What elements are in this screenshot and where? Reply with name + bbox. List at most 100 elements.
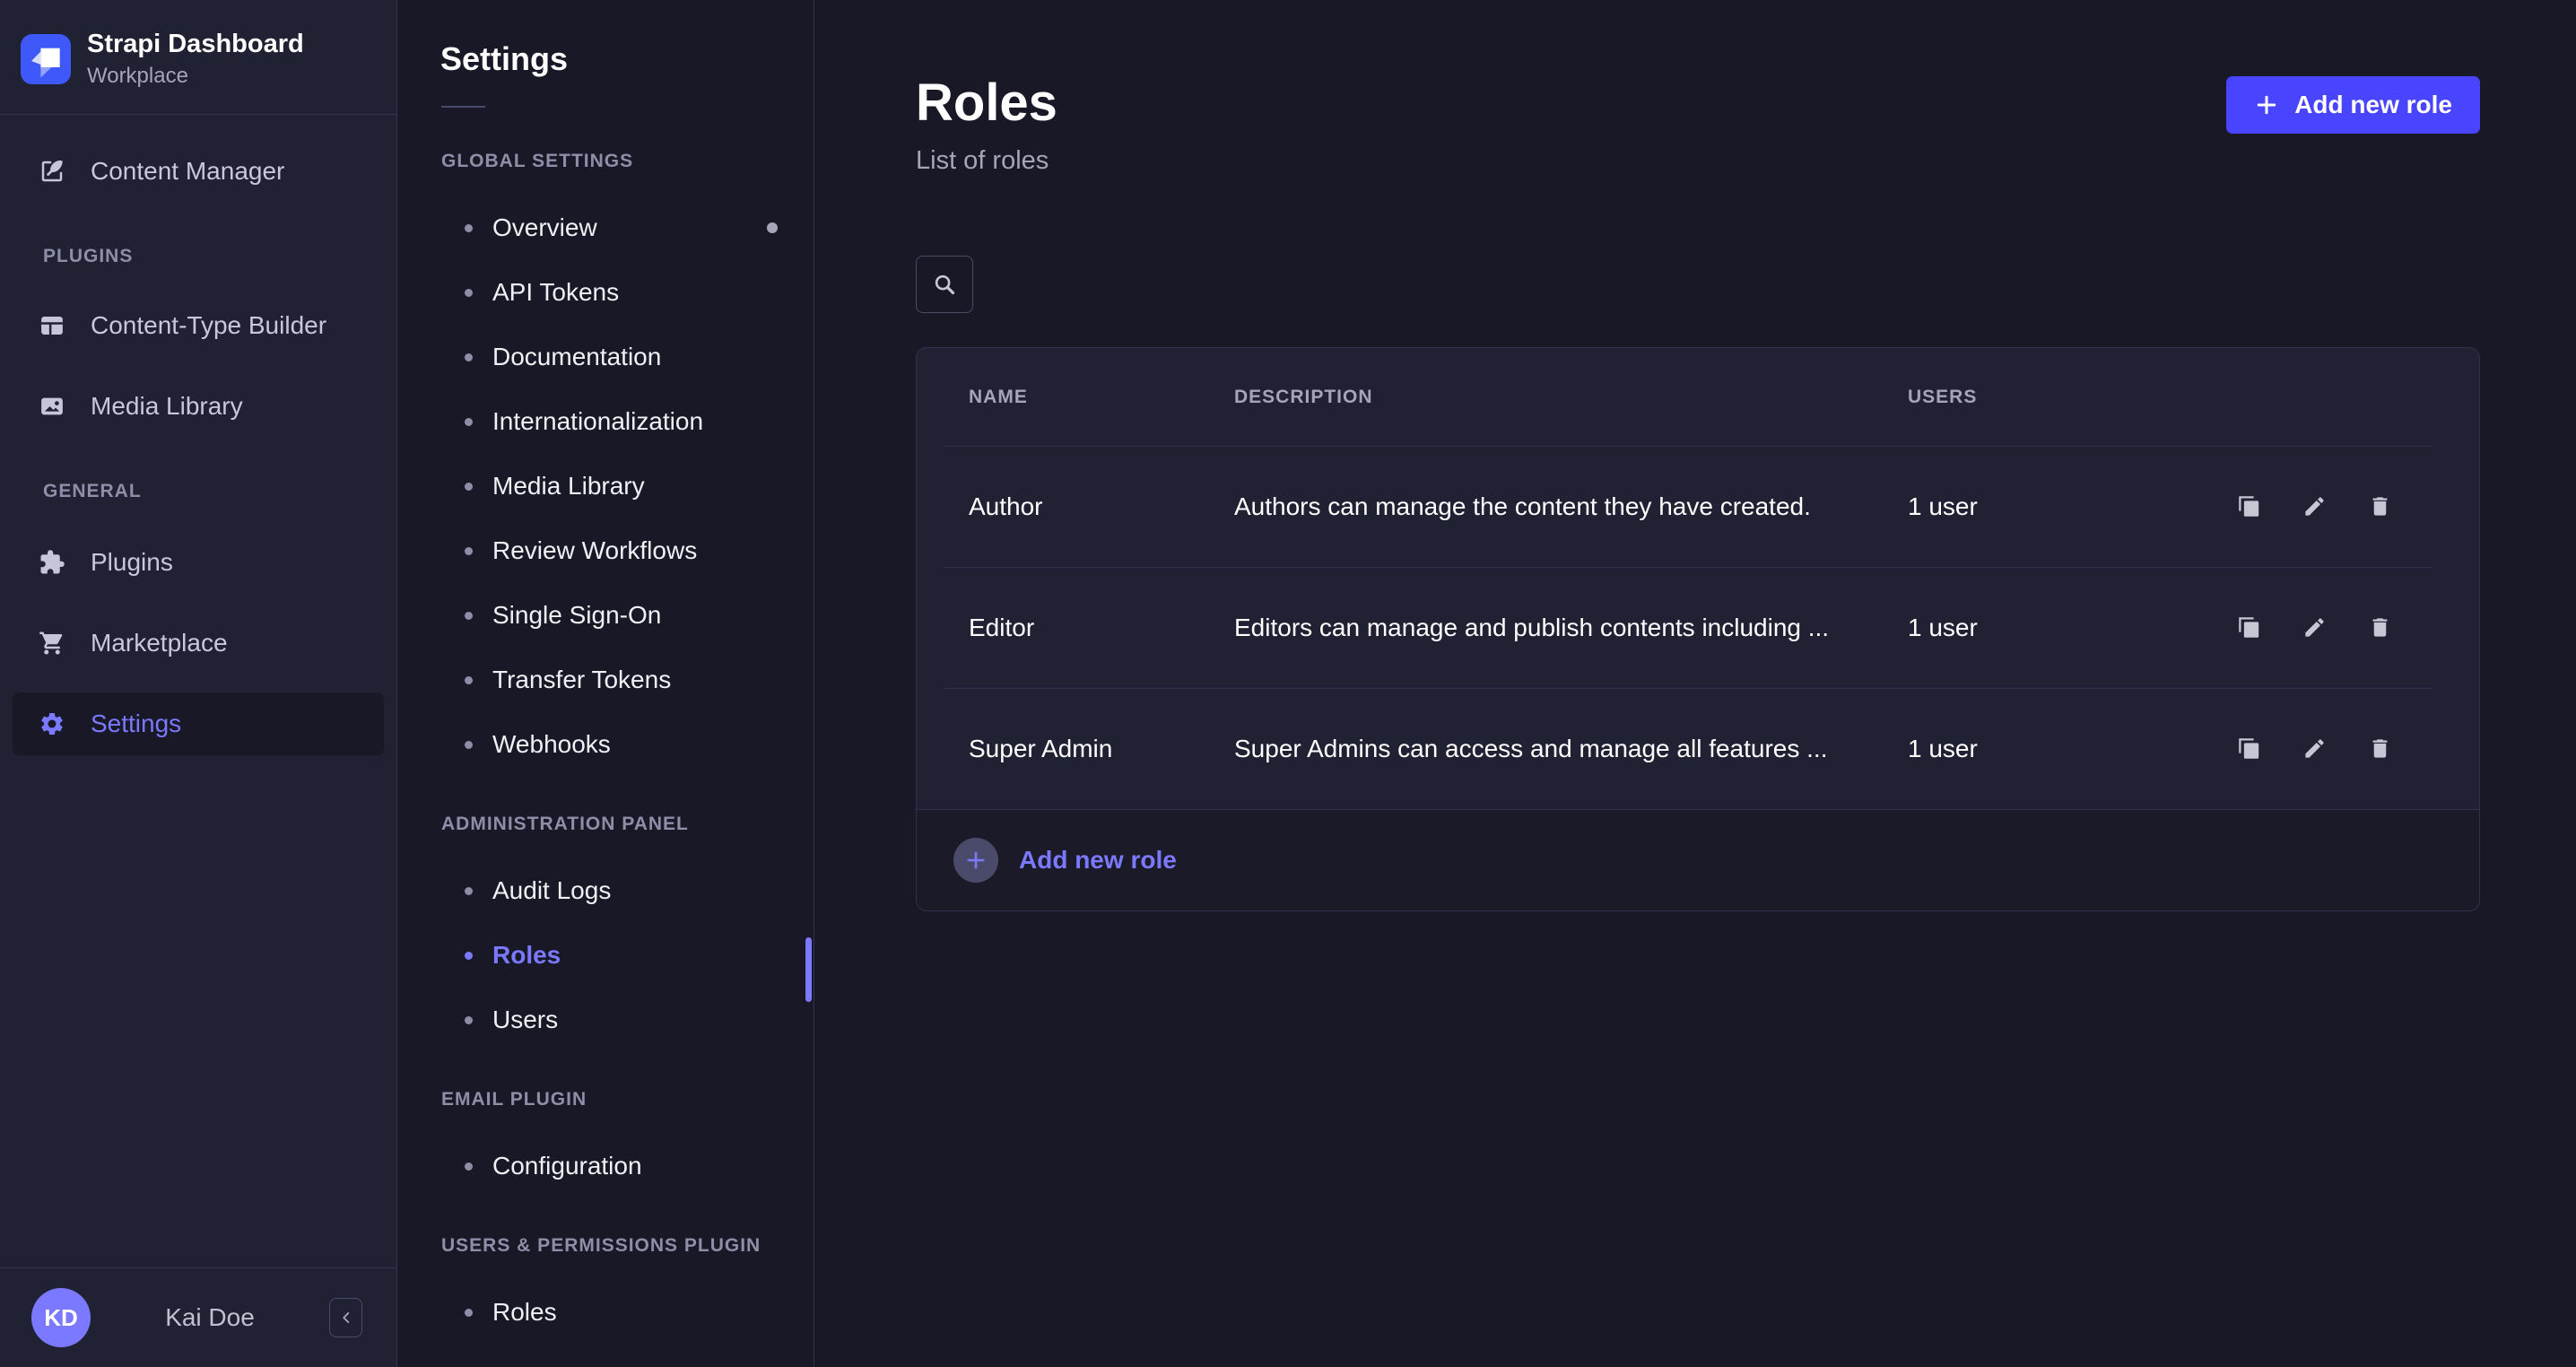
subnav-item-label: Audit Logs — [492, 876, 611, 905]
subnav-item-users[interactable]: Users — [397, 988, 814, 1052]
subnav-title-rule — [441, 106, 485, 108]
duplicate-role-button[interactable] — [2237, 494, 2261, 518]
footer-add-role-button[interactable] — [953, 838, 998, 883]
sidebar-collapse-button[interactable] — [329, 1298, 362, 1337]
page-title: Roles — [916, 75, 1057, 131]
subnav-item-review-workflows[interactable]: Review Workflows — [397, 518, 814, 583]
role-name: Super Admin — [969, 735, 1234, 763]
sidebar-item-settings[interactable]: Settings — [13, 692, 384, 755]
subnav-item-label: API Tokens — [492, 278, 619, 307]
layout-icon — [39, 312, 65, 339]
edit-role-button[interactable] — [2302, 615, 2327, 640]
subnav-item-overview[interactable]: Overview — [397, 196, 814, 260]
subnav-item-label: Review Workflows — [492, 536, 697, 565]
cart-icon — [39, 630, 65, 657]
subnav-section-administration-panel: ADMINISTRATION PANEL — [441, 814, 814, 835]
footer-add-role-label: Add new role — [1019, 846, 1177, 875]
add-new-role-button[interactable]: Add new role — [2226, 76, 2480, 134]
sidebar-item-label: Content-Type Builder — [91, 311, 326, 340]
duplicate-role-button[interactable] — [2237, 615, 2261, 640]
subnav-item-label: Configuration — [492, 1152, 642, 1180]
search-button[interactable] — [916, 256, 973, 313]
subnav-title: Settings — [440, 40, 814, 78]
search-icon — [931, 271, 958, 298]
subnav-item-transfer-tokens[interactable]: Transfer Tokens — [397, 648, 814, 712]
sidebar-item-marketplace[interactable]: Marketplace — [13, 614, 384, 673]
page-subtitle: List of roles — [916, 145, 1057, 176]
bullet-icon — [465, 224, 473, 232]
page-header: Roles List of roles Add new role — [916, 0, 2480, 176]
sidebar-section-general: GENERAL — [43, 481, 384, 502]
sidebar-item-content-type-builder[interactable]: Content-Type Builder — [13, 296, 384, 355]
bullet-icon — [465, 1162, 473, 1171]
bullet-icon — [465, 353, 473, 361]
subnav-item-label: Webhooks — [492, 730, 611, 759]
sidebar-item-plugins[interactable]: Plugins — [13, 533, 384, 592]
workspace-brand[interactable]: Strapi Dashboard Workplace — [0, 0, 396, 114]
role-description: Super Admins can access and manage all f… — [1234, 735, 1908, 763]
bullet-icon — [465, 547, 473, 555]
subnav-scrollbar-thumb[interactable] — [805, 937, 812, 1002]
subnav-section-users-permissions-plugin: USERS & PERMISSIONS PLUGIN — [441, 1235, 814, 1257]
sidebar-item-content-manager[interactable]: Content Manager — [13, 142, 384, 201]
subnav-item-documentation[interactable]: Documentation — [397, 325, 814, 389]
bullet-icon — [465, 887, 473, 895]
user-name: Kai Doe — [100, 1303, 320, 1332]
column-header-users: USERS — [1908, 387, 2237, 408]
row-actions — [2237, 494, 2427, 518]
role-users: 1 user — [1908, 735, 2237, 763]
subnav-item-internationalization[interactable]: Internationalization — [397, 389, 814, 454]
subnav-item-label: Roles — [492, 941, 561, 970]
sidebar-item-label: Plugins — [91, 548, 173, 577]
trash-icon — [2368, 615, 2392, 640]
notification-dot-icon — [767, 222, 778, 233]
pencil-icon — [2302, 494, 2327, 518]
avatar[interactable]: KD — [31, 1288, 91, 1347]
gear-icon — [39, 710, 65, 737]
subnav-item-single-sign-on[interactable]: Single Sign-On — [397, 583, 814, 648]
subnav-item-configuration[interactable]: Configuration — [397, 1134, 814, 1198]
edit-role-button[interactable] — [2302, 494, 2327, 518]
column-header-description: DESCRIPTION — [1234, 387, 1908, 408]
row-actions — [2237, 615, 2427, 640]
subnav-item-label: Overview — [492, 213, 597, 242]
strapi-logo-icon — [21, 34, 71, 84]
subnav-list-email-plugin: Configuration — [397, 1134, 814, 1198]
bullet-icon — [465, 612, 473, 620]
role-users: 1 user — [1908, 492, 2237, 521]
duplicate-role-button[interactable] — [2237, 736, 2261, 761]
sidebar-item-media-library[interactable]: Media Library — [13, 377, 384, 436]
user-row: KD Kai Doe — [0, 1267, 396, 1367]
subnav-item-media-library[interactable]: Media Library — [397, 454, 814, 518]
table-row-editor[interactable]: Editor Editors can manage and publish co… — [917, 567, 2479, 688]
subnav-list-global-settings: Overview API Tokens Documentation Intern… — [397, 196, 814, 777]
delete-role-button[interactable] — [2368, 494, 2392, 518]
subnav-item-webhooks[interactable]: Webhooks — [397, 712, 814, 777]
sidebar-item-label: Settings — [91, 710, 181, 738]
bullet-icon — [465, 1016, 473, 1024]
table-header-row: NAME DESCRIPTION USERS — [917, 348, 2479, 446]
plus-icon — [964, 849, 988, 872]
workspace-title: Strapi Dashboard — [87, 30, 304, 59]
table-footer-add-row[interactable]: Add new role — [917, 809, 2479, 910]
subnav-item-up-roles[interactable]: Roles — [397, 1280, 814, 1345]
subnav-item-label: Single Sign-On — [492, 601, 661, 630]
duplicate-icon — [2237, 615, 2261, 640]
delete-role-button[interactable] — [2368, 615, 2392, 640]
roles-table: NAME DESCRIPTION USERS Author Authors ca… — [916, 347, 2480, 911]
plus-icon — [2254, 92, 2279, 118]
trash-icon — [2368, 494, 2392, 518]
settings-subnav: Settings GLOBAL SETTINGS Overview API To… — [397, 0, 814, 1367]
subnav-item-api-tokens[interactable]: API Tokens — [397, 260, 814, 325]
bullet-icon — [465, 483, 473, 491]
edit-role-button[interactable] — [2302, 736, 2327, 761]
table-row-author[interactable]: Author Authors can manage the content th… — [917, 446, 2479, 567]
row-actions — [2237, 736, 2427, 761]
subnav-item-audit-logs[interactable]: Audit Logs — [397, 858, 814, 923]
subnav-list-users-permissions-plugin: Roles — [397, 1280, 814, 1345]
table-row-super-admin[interactable]: Super Admin Super Admins can access and … — [917, 688, 2479, 809]
role-name: Editor — [969, 614, 1234, 642]
subnav-item-roles[interactable]: Roles — [397, 923, 814, 988]
sidebar-item-label: Media Library — [91, 392, 243, 421]
delete-role-button[interactable] — [2368, 736, 2392, 761]
